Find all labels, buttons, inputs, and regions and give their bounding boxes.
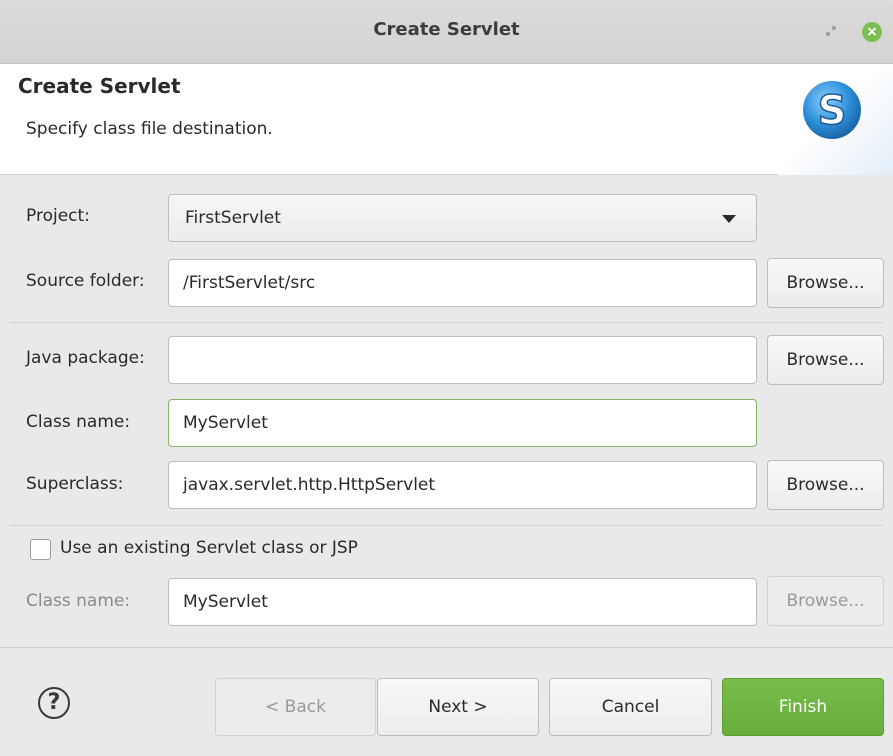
separator <box>10 525 883 526</box>
superclass-input[interactable]: javax.servlet.http.HttpServlet <box>168 461 757 509</box>
use-existing-label[interactable]: Use an existing Servlet class or JSP <box>60 538 358 558</box>
restore-icon[interactable] <box>826 26 836 36</box>
superclass-label: Superclass: <box>26 474 124 494</box>
separator <box>0 647 893 648</box>
project-combo[interactable]: FirstServlet <box>168 194 757 242</box>
class-name-input[interactable]: MyServlet <box>168 399 757 447</box>
banner-title: Create Servlet <box>18 74 181 98</box>
back-button[interactable]: < Back <box>215 678 376 736</box>
cancel-button[interactable]: Cancel <box>549 678 712 736</box>
superclass-browse-button[interactable]: Browse... <box>767 460 884 510</box>
title-bar: Create Servlet × <box>0 0 893 64</box>
source-folder-input[interactable]: /FirstServlet/src <box>168 259 757 307</box>
source-folder-label: Source folder: <box>26 271 145 291</box>
existing-class-name-input[interactable]: MyServlet <box>168 578 757 626</box>
source-folder-browse-button[interactable]: Browse... <box>767 258 884 308</box>
java-package-browse-button[interactable]: Browse... <box>767 335 884 385</box>
use-existing-checkbox[interactable] <box>30 539 51 560</box>
project-value: FirstServlet <box>185 208 281 228</box>
svg-text:S: S <box>818 88 847 134</box>
close-icon[interactable]: × <box>862 22 882 42</box>
class-name-label: Class name: <box>26 412 131 432</box>
help-icon[interactable]: ? <box>38 687 70 719</box>
existing-class-name-label: Class name: <box>26 591 131 611</box>
banner-image: S <box>778 64 893 175</box>
window-title: Create Servlet <box>373 19 520 40</box>
next-button[interactable]: Next > <box>377 678 539 736</box>
banner-description: Specify class file destination. <box>26 119 273 139</box>
java-package-input[interactable] <box>168 336 757 384</box>
project-label: Project: <box>26 206 90 226</box>
separator <box>10 322 883 323</box>
wizard-banner: Create Servlet Specify class file destin… <box>0 64 893 175</box>
finish-button[interactable]: Finish <box>722 678 884 736</box>
chevron-down-icon <box>722 215 736 223</box>
existing-class-browse-button[interactable]: Browse... <box>767 576 884 626</box>
servlet-s-icon: S <box>801 79 863 141</box>
java-package-label: Java package: <box>26 348 145 368</box>
